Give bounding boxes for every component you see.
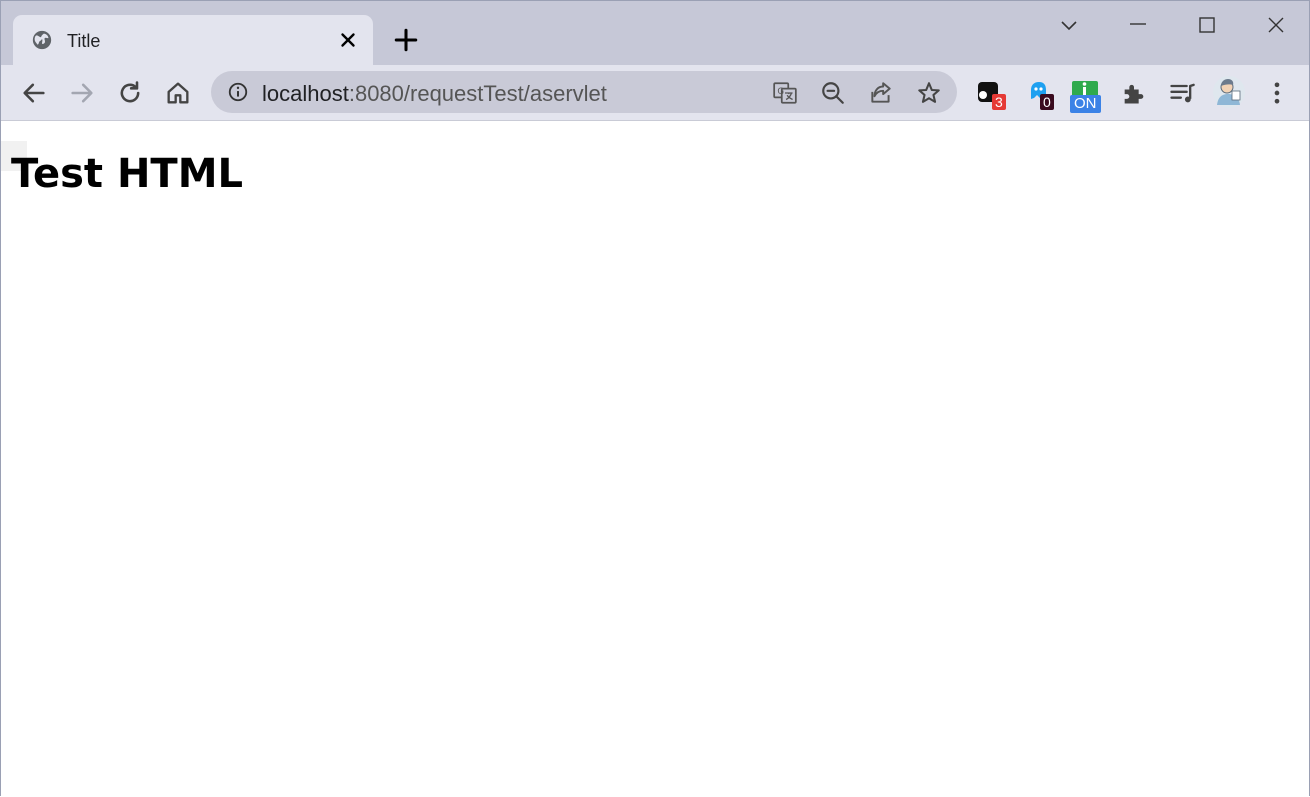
close-window-button[interactable] (1256, 9, 1296, 41)
profile-avatar[interactable] (1212, 75, 1246, 109)
tab-strip: Title (1, 1, 1309, 65)
url-host: localhost (262, 81, 349, 106)
extension-dark-button[interactable]: 3 (976, 79, 1006, 110)
browser-tab[interactable]: Title (13, 15, 373, 65)
avatar-icon (1213, 76, 1245, 108)
page-heading: Test HTML (11, 151, 244, 197)
address-bar[interactable]: localhost:8080/requestTest/aservlet G (211, 71, 957, 113)
reload-icon[interactable] (116, 79, 144, 107)
home-icon[interactable] (164, 79, 192, 107)
extension-ghost-badge: 0 (1040, 94, 1054, 110)
chevron-down-icon (1061, 21, 1077, 31)
close-icon (1268, 17, 1284, 33)
menu-kebab-icon[interactable] (1263, 79, 1291, 107)
minimize-button[interactable] (1118, 9, 1158, 41)
maximize-button[interactable] (1187, 9, 1227, 41)
url-text[interactable]: localhost:8080/requestTest/aservlet (262, 81, 607, 107)
extension-dark-badge: 3 (992, 94, 1006, 110)
browser-toolbar: localhost:8080/requestTest/aservlet G 3 … (1, 65, 1309, 121)
tab-title: Title (67, 31, 101, 51)
share-icon[interactable] (868, 80, 894, 106)
zoom-out-icon[interactable] (820, 80, 846, 106)
tab-search-button[interactable] (1049, 9, 1089, 41)
svg-text:G: G (777, 87, 784, 97)
url-path: :8080/requestTest/aservlet (348, 81, 607, 106)
back-icon[interactable] (20, 79, 48, 107)
browser-window: Title localhost:8080/requestTest/aservle… (0, 0, 1310, 797)
globe-icon (32, 30, 52, 50)
minimize-icon (1130, 23, 1146, 25)
extension-info-button[interactable]: ON (1070, 79, 1101, 113)
bookmark-star-icon[interactable] (916, 80, 942, 106)
page-content: Test HTML (1, 121, 1309, 797)
extension-info-badge: ON (1070, 95, 1101, 113)
translate-icon[interactable]: G (772, 80, 798, 106)
new-tab-icon[interactable] (393, 27, 419, 53)
reading-list-icon[interactable] (1168, 79, 1196, 107)
close-tab-icon[interactable] (337, 29, 359, 51)
maximize-icon (1199, 17, 1215, 33)
forward-icon[interactable] (68, 79, 96, 107)
site-info-icon[interactable] (227, 81, 249, 103)
extension-ghost-button[interactable]: 0 (1026, 79, 1056, 110)
extensions-puzzle-icon[interactable] (1120, 79, 1148, 107)
